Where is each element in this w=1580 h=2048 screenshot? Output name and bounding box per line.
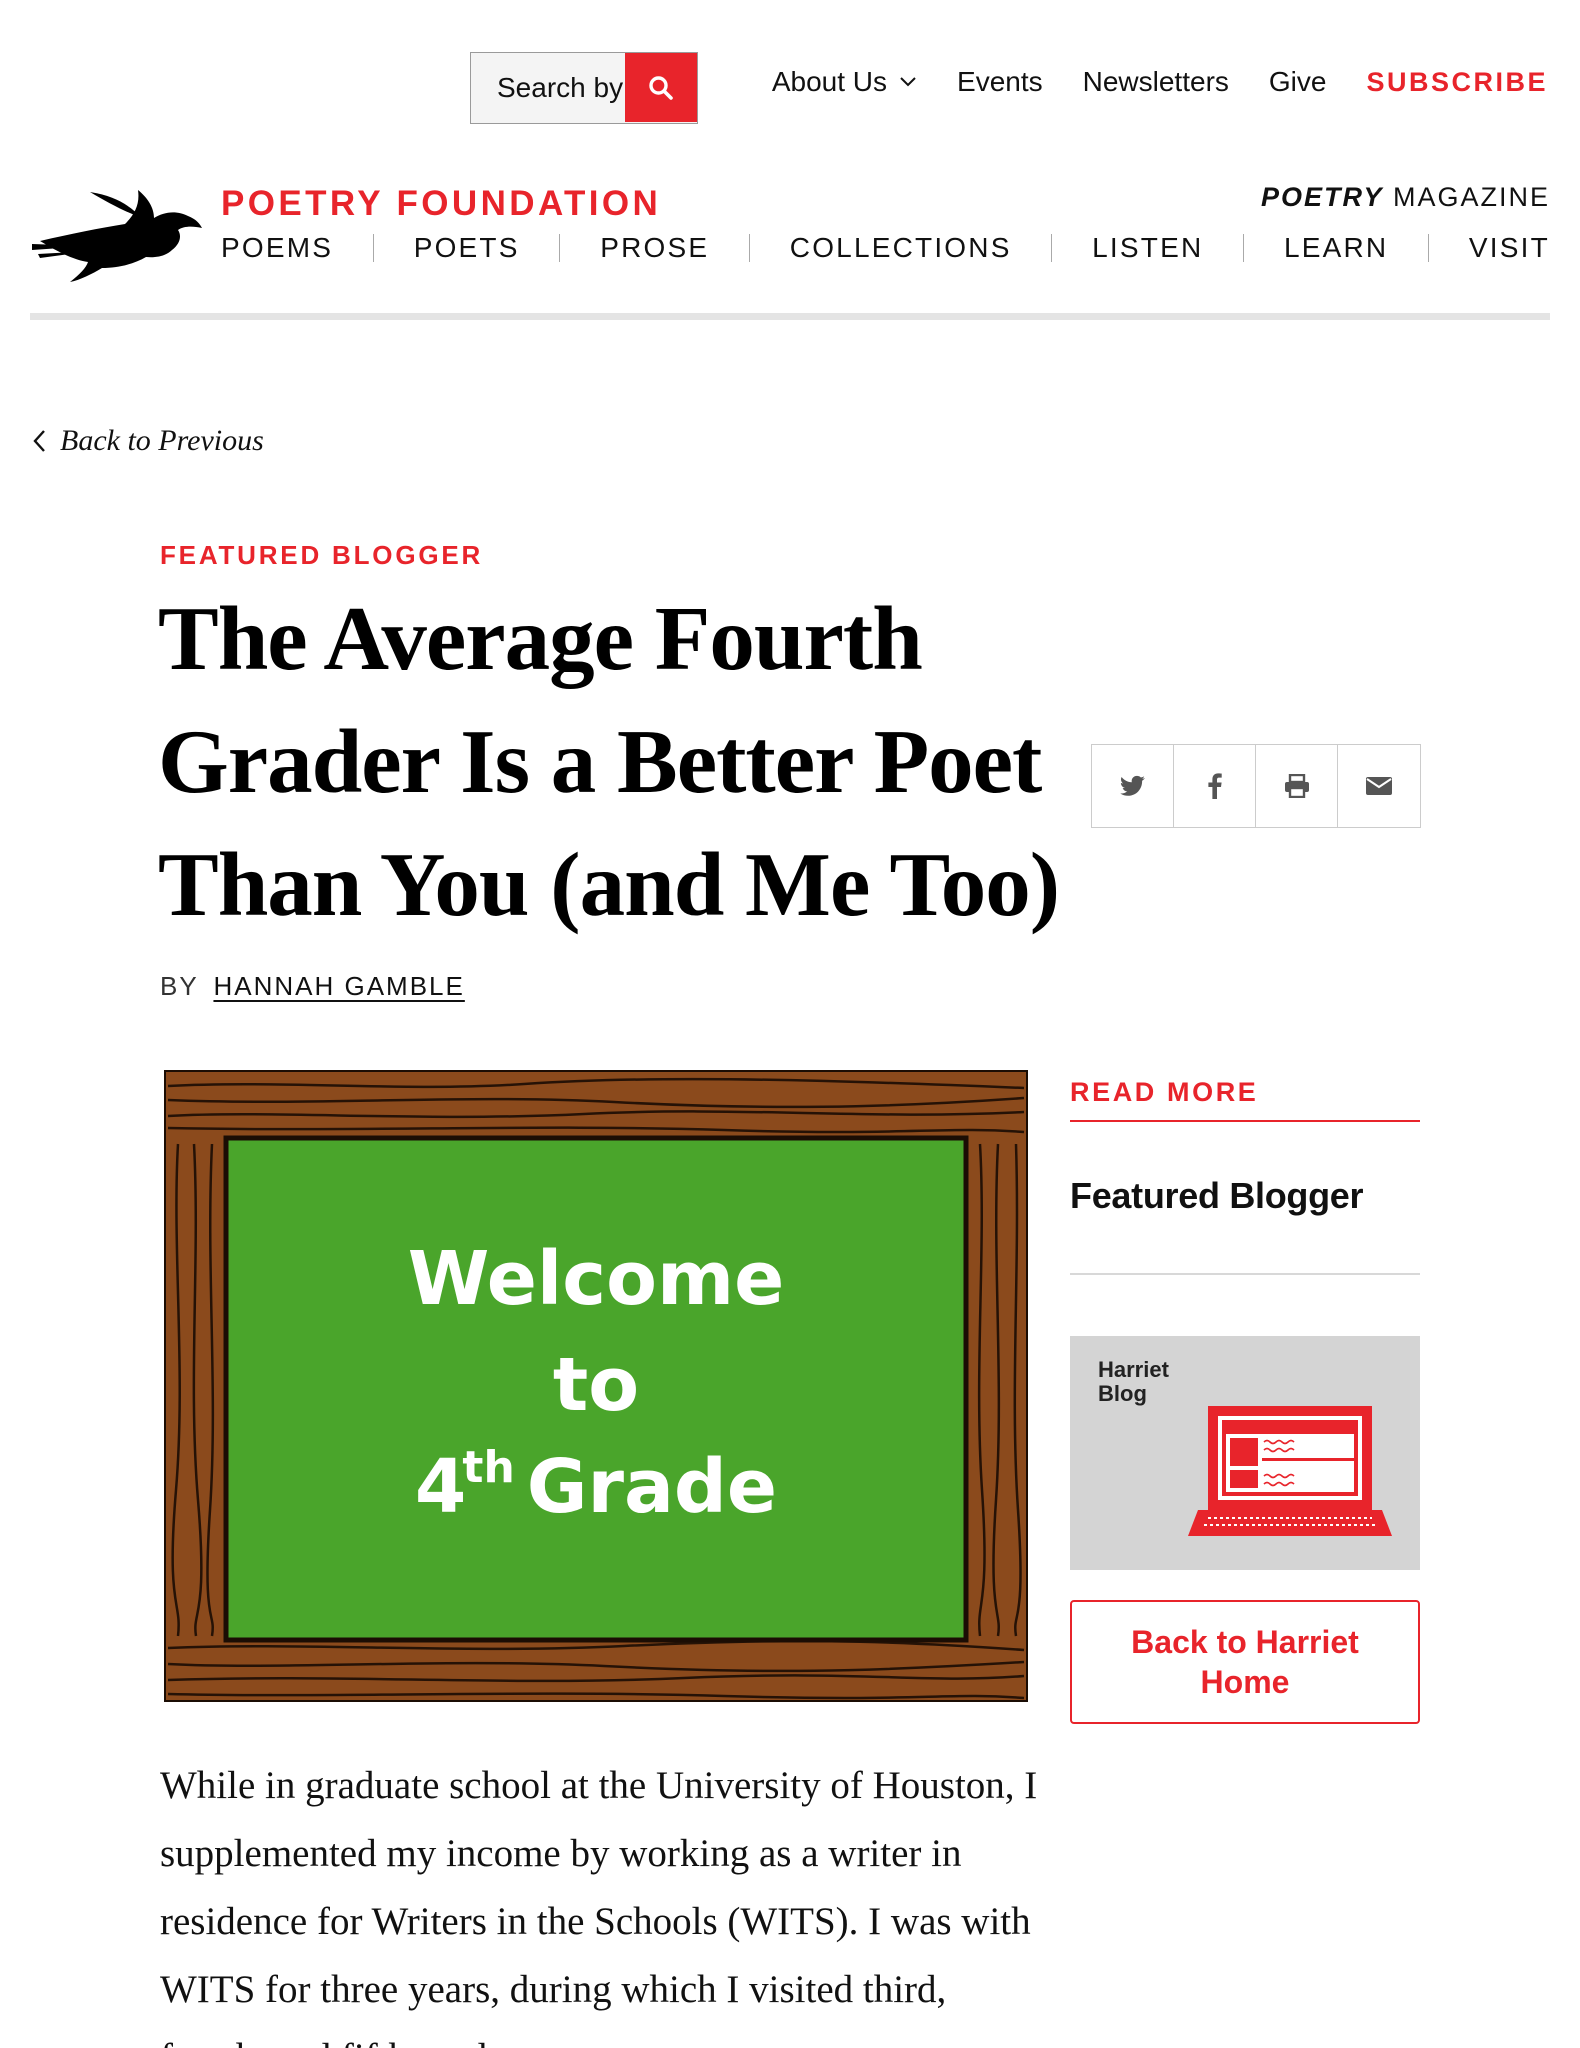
search-button[interactable] xyxy=(625,53,697,122)
pegasus-logo-icon[interactable] xyxy=(30,184,202,284)
nav-item-poems[interactable]: POEMS xyxy=(221,232,333,264)
hero-text-line1: Welcome xyxy=(407,1236,785,1322)
search-box xyxy=(470,52,698,124)
nav-item-poets[interactable]: POETS xyxy=(414,232,520,264)
back-to-previous-link[interactable]: Back to Previous xyxy=(32,424,264,458)
share-email-button[interactable] xyxy=(1338,745,1420,827)
hero-text-line2: to xyxy=(552,1342,640,1428)
search-icon xyxy=(649,75,673,100)
share-twitter-button[interactable] xyxy=(1092,745,1174,827)
share-bar xyxy=(1091,744,1421,828)
email-icon xyxy=(1366,777,1392,795)
back-to-harriet-home-button[interactable]: Back to Harriet Home xyxy=(1070,1600,1420,1724)
byline-prefix: BY xyxy=(160,971,199,1001)
nav-item-learn[interactable]: LEARN xyxy=(1284,232,1388,264)
nav-divider xyxy=(1051,234,1053,262)
hero-grade-word: Grade xyxy=(526,1444,778,1530)
newsletters-link[interactable]: Newsletters xyxy=(1083,66,1229,98)
read-more-label: READ MORE xyxy=(1070,1077,1259,1107)
article-category[interactable]: FEATURED BLOGGER xyxy=(160,540,483,571)
nav-divider xyxy=(1428,234,1430,262)
chevron-left-icon xyxy=(33,430,45,452)
article-title: The Average Fourth Grader Is a Better Po… xyxy=(158,588,1060,935)
utility-nav: About Us Events Newsletters Give SUBSCRI… xyxy=(732,66,1548,98)
main-nav: POEMS POETS PROSE COLLECTIONS LISTEN LEA… xyxy=(221,232,1550,264)
laptop-icon xyxy=(1188,1406,1392,1536)
article-body: While in graduate school at the Universi… xyxy=(160,1764,1038,2048)
nav-divider xyxy=(749,234,750,262)
featured-blogger-link[interactable]: Featured Blogger xyxy=(1070,1175,1364,1217)
harriet-blog-card[interactable]: Harriet Blog xyxy=(1070,1336,1420,1570)
nav-item-prose[interactable]: PROSE xyxy=(600,232,709,264)
nav-item-collections[interactable]: COLLECTIONS xyxy=(790,232,1012,264)
give-link[interactable]: Give xyxy=(1269,66,1327,98)
subscribe-link[interactable]: SUBSCRIBE xyxy=(1366,67,1548,98)
hero-grade-suffix: th xyxy=(462,1442,515,1493)
nav-divider xyxy=(559,234,561,262)
print-button[interactable] xyxy=(1256,745,1338,827)
harriet-blog-label: Harriet Blog xyxy=(1098,1357,1169,1406)
share-facebook-button[interactable] xyxy=(1174,745,1256,827)
sidebar-divider xyxy=(1070,1273,1420,1275)
about-us-label: About Us xyxy=(771,66,888,97)
poetry-magazine-link[interactable]: POETRY MAGAZINE xyxy=(1261,182,1550,213)
nav-item-visit[interactable]: VISIT xyxy=(1469,232,1550,264)
read-more-divider xyxy=(1070,1120,1420,1122)
byline: BY HANNAH GAMBLE xyxy=(160,971,465,1002)
search-input[interactable] xyxy=(471,53,625,123)
nav-divider xyxy=(1243,234,1245,262)
hero-text-line3: 4th Grade xyxy=(164,1442,1028,1530)
events-link[interactable]: Events xyxy=(957,66,1043,98)
magazine-rest: MAGAZINE xyxy=(1383,182,1550,212)
chevron-down-icon xyxy=(900,77,916,87)
nav-item-listen[interactable]: LISTEN xyxy=(1092,232,1203,264)
back-link-label: Back to Previous xyxy=(60,424,264,457)
twitter-icon xyxy=(1119,775,1145,796)
header-divider xyxy=(30,313,1550,320)
brand-name[interactable]: POETRY FOUNDATION xyxy=(221,184,661,224)
print-icon xyxy=(1284,774,1309,798)
magazine-bold: POETRY xyxy=(1260,182,1384,212)
nav-divider xyxy=(372,234,374,262)
about-us-menu[interactable]: About Us xyxy=(772,66,917,98)
hero-grade-number: 4 xyxy=(414,1444,467,1530)
author-link[interactable]: HANNAH GAMBLE xyxy=(213,971,464,1001)
facebook-icon xyxy=(1207,773,1222,799)
